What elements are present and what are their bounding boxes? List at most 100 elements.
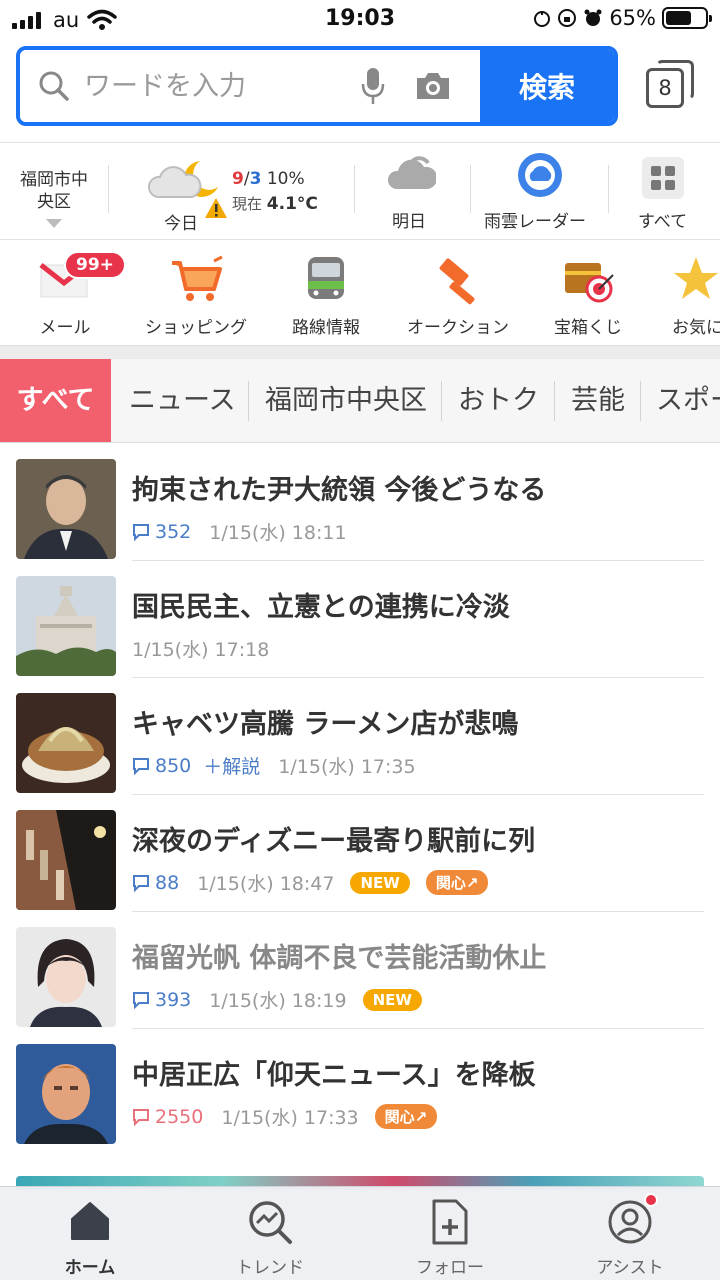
search-button[interactable]: 検索 [480, 50, 614, 122]
tab-all[interactable]: すべて [0, 359, 111, 442]
notification-dot [644, 1193, 658, 1207]
dropdown-triangle-icon [46, 219, 62, 228]
new-badge: NEW [350, 871, 410, 894]
comment-count-value: 393 [155, 988, 192, 1011]
comment-icon [133, 874, 149, 892]
search-input[interactable] [82, 69, 342, 103]
service-label: 路線情報 [292, 318, 360, 338]
category-tabs: すべて ニュース 福岡市中央区 おトク 芸能 スポーツ [0, 359, 720, 443]
news-thumbnail [16, 1044, 116, 1144]
news-title: 拘束された尹大統領 今後どうなる [132, 475, 547, 506]
tab-news[interactable]: ニュース [129, 359, 236, 442]
comment-count-value: 352 [155, 520, 192, 543]
news-thumbnail [16, 576, 116, 676]
rain-radar-label: 雨雲レーダー [484, 212, 586, 232]
train-icon [308, 257, 344, 299]
treasure-box-icon [565, 263, 614, 303]
alarm-icon [584, 9, 602, 26]
star-icon [674, 257, 718, 299]
nav-label: アシスト [596, 1258, 664, 1278]
arrow-up-icon: ↗ [414, 1108, 428, 1126]
news-date: 1/15(水) 18:19 [209, 990, 347, 1012]
news-item[interactable]: 福留光帆 体調不良で芸能活動休止 393 1/15(水) 18:19 NEW [16, 912, 704, 1029]
nav-assist[interactable]: アシスト [540, 1187, 720, 1281]
news-thumbnail [16, 810, 116, 910]
news-title: 深夜のディズニー最寄り駅前に列 [132, 826, 536, 857]
news-thumbnail [16, 459, 116, 559]
section-divider [0, 345, 720, 359]
news-item[interactable]: 拘束された尹大統領 今後どうなる 352 1/15(水) 18:11 [16, 444, 704, 561]
news-item[interactable]: 深夜のディズニー最寄り駅前に列 88 1/15(水) 18:47 NEW 関心↗ [16, 795, 704, 912]
nav-label: フォロー [416, 1258, 484, 1278]
news-item[interactable]: 国民民主、立憲との連携に冷淡 1/15(水) 17:18 [16, 561, 704, 678]
news-date: 1/15(水) 18:11 [209, 522, 347, 544]
interest-badge: 関心↗ [425, 870, 489, 895]
comment-icon [133, 991, 149, 1009]
service-label: メール [39, 318, 91, 338]
weather-current-label: 現在 [232, 195, 263, 213]
tab-entertainment[interactable]: 芸能 [571, 359, 625, 442]
comment-icon [133, 523, 149, 541]
weather-location-line2: 央区 [37, 192, 71, 212]
comment-count[interactable]: 2550 [132, 1106, 203, 1128]
shopping-cart-icon [172, 255, 223, 301]
nav-follow[interactable]: フォロー [360, 1187, 540, 1281]
news-item[interactable]: キャベツ高騰 ラーメン店が悲鳴 850 ＋解説 1/15(水) 17:35 [16, 678, 704, 795]
news-date: 1/15(水) 17:18 [132, 639, 270, 661]
tab-sports[interactable]: スポーツ [656, 359, 720, 442]
comment-count-value: 88 [155, 871, 180, 894]
comment-icon [133, 1108, 149, 1126]
assist-icon [608, 1200, 652, 1244]
warning-icon [205, 198, 227, 218]
nav-home[interactable]: ホーム [0, 1187, 180, 1281]
battery-icon [662, 7, 712, 29]
news-thumbnail [16, 693, 116, 793]
mail-badge: 99+ [64, 251, 126, 279]
commentary-link[interactable]: ＋解説 [203, 752, 260, 779]
news-item[interactable]: 中居正広「仰天ニュース」を降板 2550 1/15(水) 17:33 関心↗ [16, 1029, 704, 1146]
arrow-up-icon: ↗ [465, 874, 479, 892]
service-favorites[interactable]: お気に [652, 241, 720, 345]
search-bar: 検索 [16, 46, 618, 126]
services-row: 99+ メール ショッピング 路線情報 オークション 宝箱くじ お気に [0, 241, 720, 345]
weather-location-selector[interactable]: 福岡市中 央区 [12, 169, 96, 228]
news-title: キャベツ高騰 ラーメン店が悲鳴 [132, 709, 519, 740]
service-auction[interactable]: オークション [392, 241, 524, 345]
comment-count[interactable]: 88 [132, 872, 179, 894]
comment-count[interactable]: 850 [132, 755, 191, 777]
weather-current-temp: 4.1°C [266, 194, 318, 214]
grid-icon [642, 157, 684, 199]
battery-percent: 65% [609, 6, 656, 30]
camera-icon[interactable] [414, 70, 452, 102]
gavel-icon [439, 258, 475, 305]
comment-count-value: 850 [155, 754, 192, 777]
service-mail[interactable]: 99+ メール [0, 241, 130, 345]
microphone-icon[interactable] [360, 66, 386, 106]
service-treasure[interactable]: 宝箱くじ [528, 241, 648, 345]
nav-label: ホーム [64, 1258, 116, 1278]
comment-count[interactable]: 352 [132, 521, 191, 543]
new-badge: NEW [362, 988, 422, 1011]
trend-icon [249, 1201, 292, 1244]
service-shopping[interactable]: ショッピング [132, 241, 260, 345]
tab-deals[interactable]: おトク [458, 359, 539, 442]
comment-icon [133, 757, 149, 775]
rotation-lock-icon [558, 9, 577, 27]
weather-rain-chance: 10% [266, 169, 305, 189]
news-date: 1/15(水) 18:47 [197, 873, 335, 895]
follow-icon [432, 1199, 468, 1245]
tabs-button[interactable]: 8 [644, 58, 696, 114]
news-title: 福留光帆 体調不良で芸能活動休止 [132, 943, 547, 974]
tab-count: 8 [646, 68, 684, 108]
tab-local[interactable]: 福岡市中央区 [265, 359, 427, 442]
weather-tomorrow-label: 明日 [392, 212, 426, 232]
weather-all-label: すべて [638, 212, 688, 232]
weather-high: 9 [232, 169, 244, 189]
rain-radar-icon [518, 153, 562, 197]
service-label: 宝箱くじ [554, 318, 622, 338]
weather-low: 3 [249, 169, 262, 189]
comment-count[interactable]: 393 [132, 989, 191, 1011]
nav-trend[interactable]: トレンド [180, 1187, 360, 1281]
service-transit[interactable]: 路線情報 [262, 241, 390, 345]
service-label: オークション [407, 318, 509, 338]
